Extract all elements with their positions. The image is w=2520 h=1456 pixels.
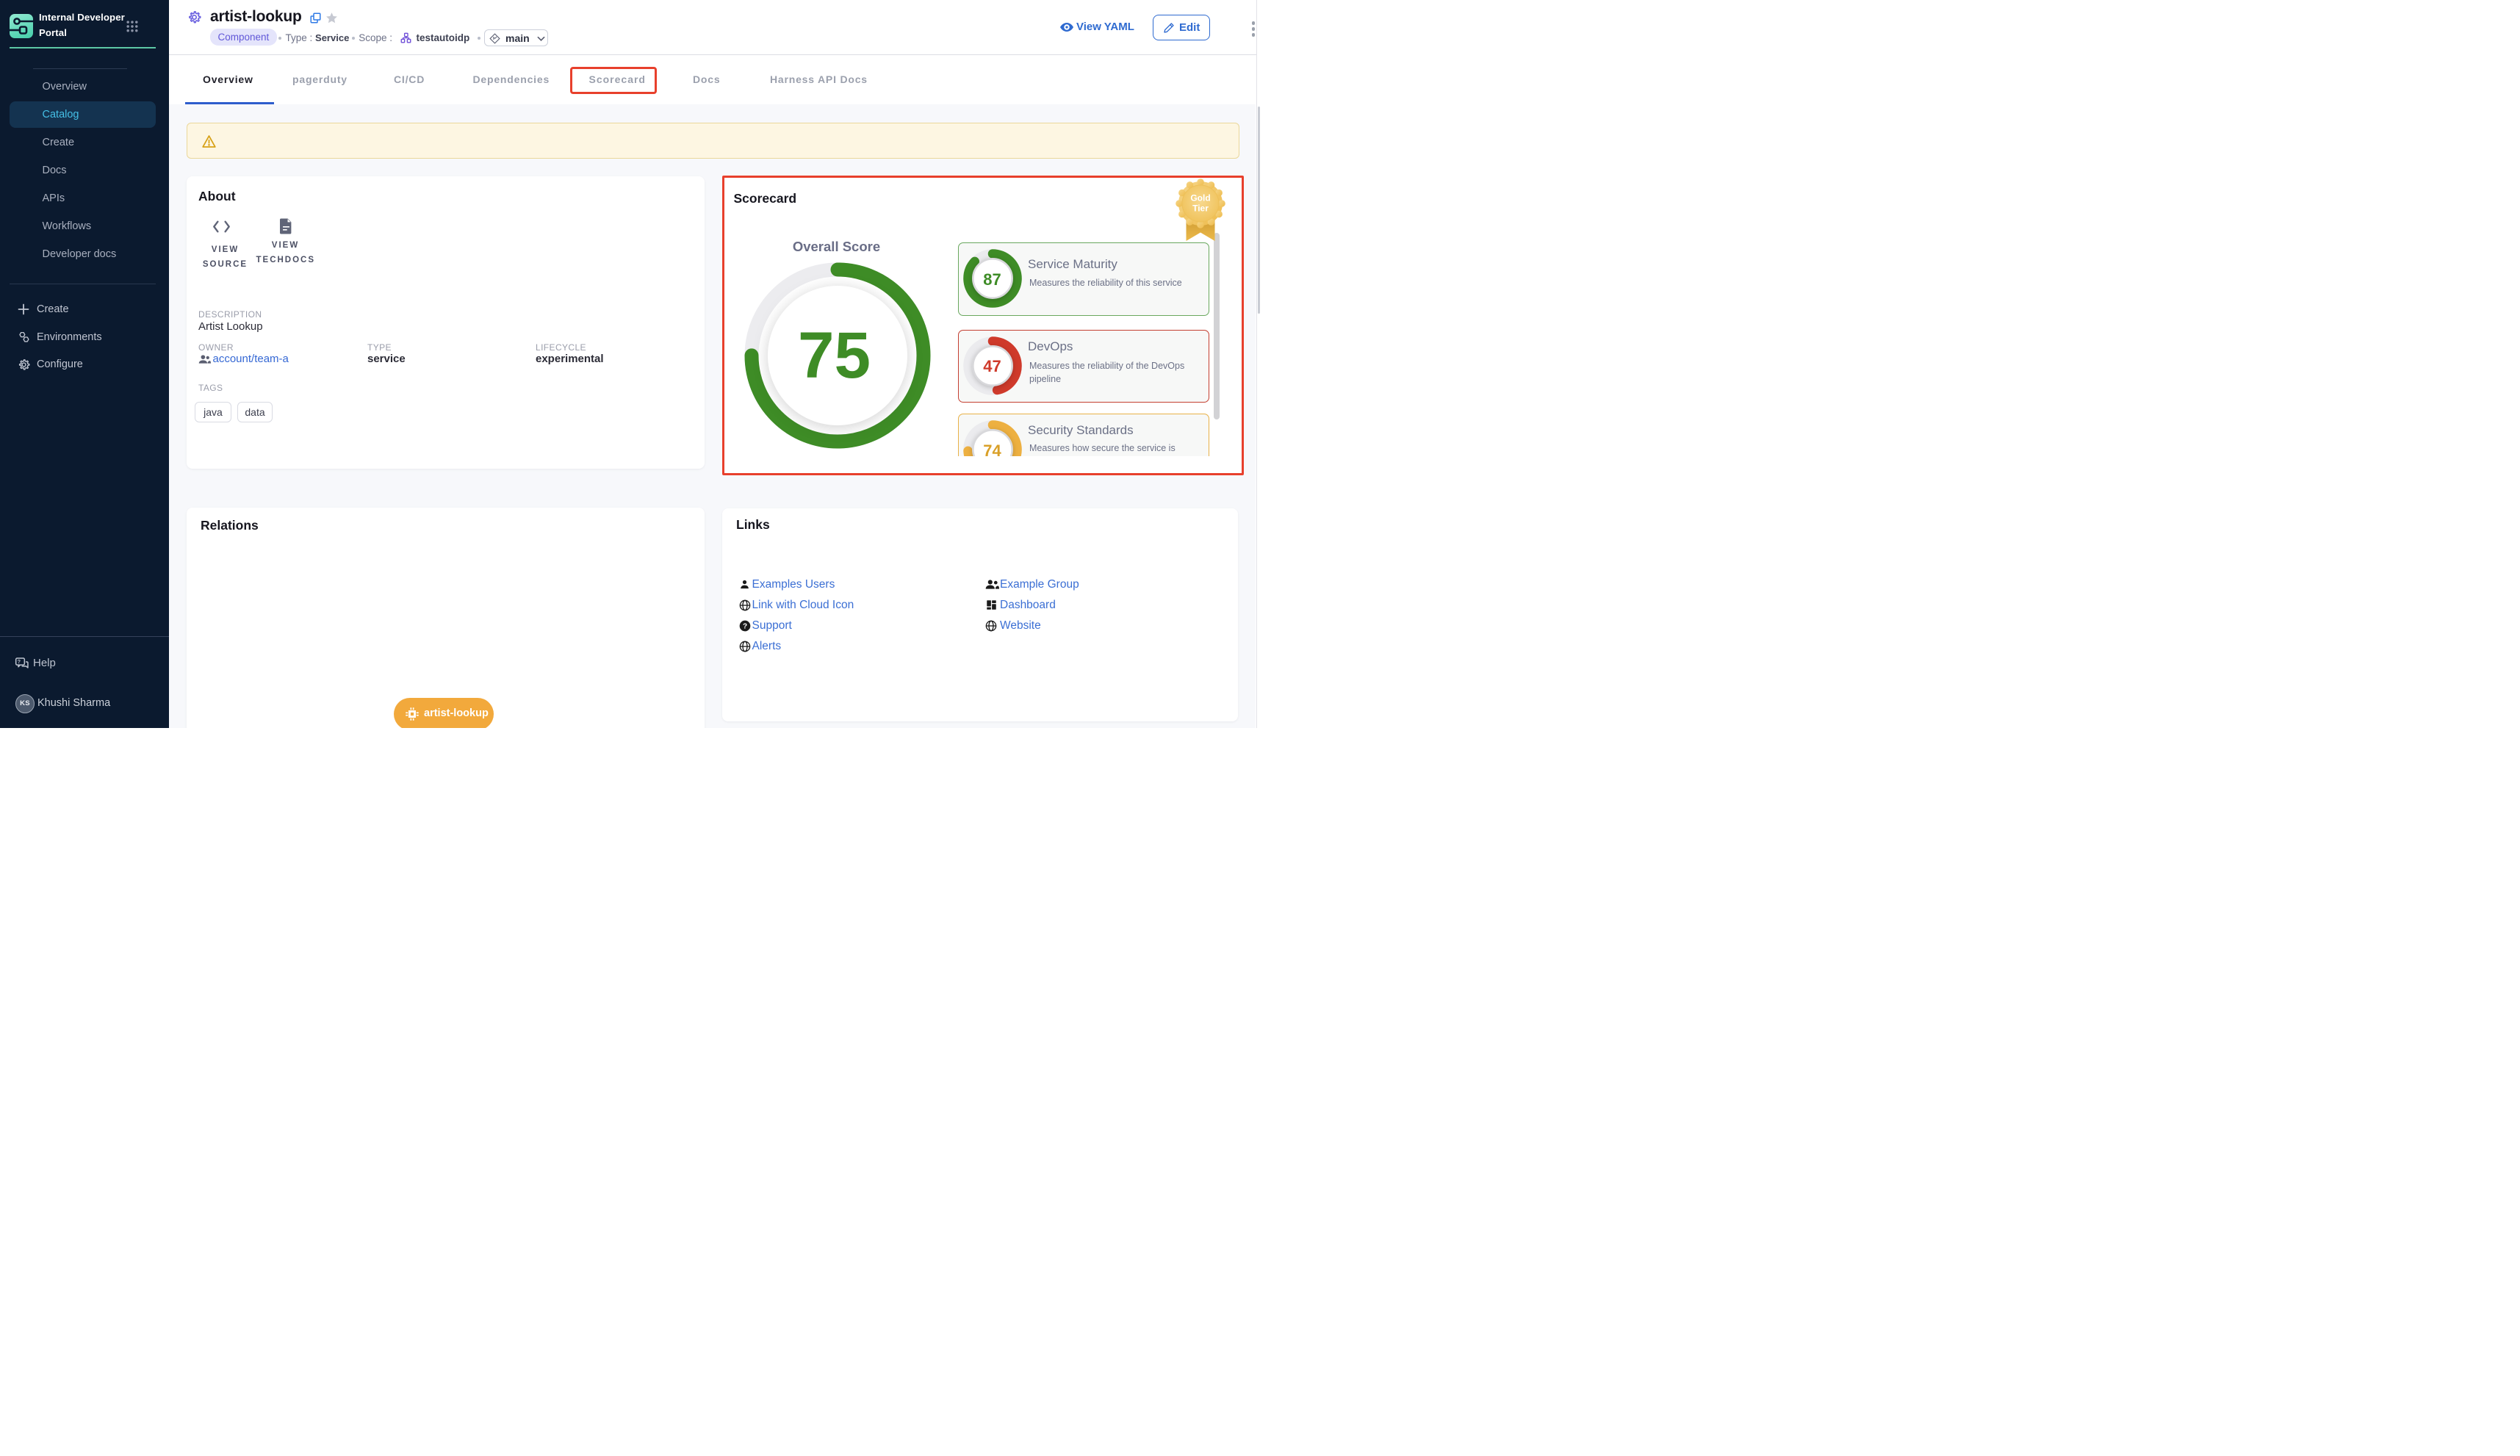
svg-text:?: ?	[18, 658, 21, 665]
svg-text:?: ?	[742, 622, 746, 630]
svg-text:Gold: Gold	[1190, 193, 1210, 203]
svg-text:Tier: Tier	[1192, 203, 1209, 214]
